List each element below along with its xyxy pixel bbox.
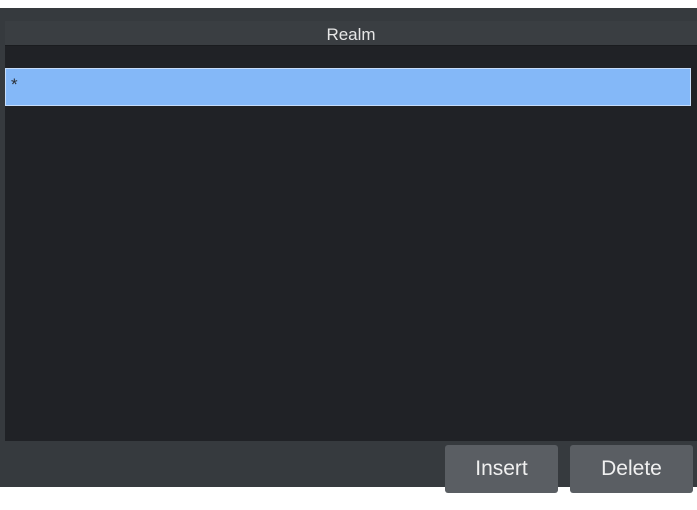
column-header-realm[interactable]: Realm — [5, 25, 697, 45]
table-header: Realm — [5, 21, 697, 46]
realm-panel: Realm * — [0, 8, 697, 487]
realm-cell[interactable]: * — [11, 75, 18, 95]
table-row[interactable]: * — [5, 68, 691, 106]
realm-table: Realm * — [5, 21, 697, 441]
insert-button[interactable]: Insert — [445, 445, 558, 493]
delete-button[interactable]: Delete — [570, 445, 693, 493]
